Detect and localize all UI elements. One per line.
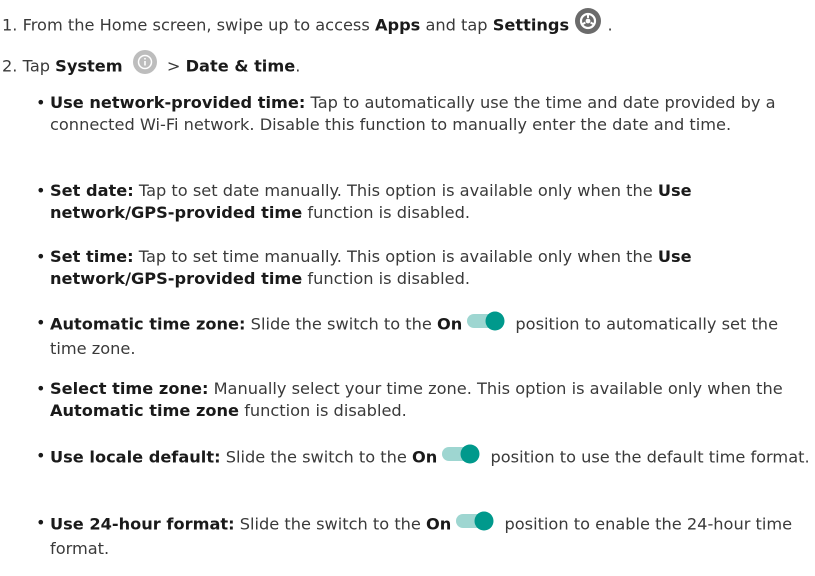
bullet-text: function is disabled. xyxy=(302,269,470,288)
bullet-dot: • xyxy=(36,247,46,266)
bullet-text: function is disabled. xyxy=(302,203,470,222)
instruction-page: 1. From the Home screen, swipe up to acc… xyxy=(0,0,815,576)
list-item: • Use locale default: Slide the switch t… xyxy=(36,444,811,471)
step-text: Tap xyxy=(22,56,56,76)
date-time-label: Date & time xyxy=(185,56,296,76)
list-item: • Set date: Tap to set date manually. Th… xyxy=(36,180,811,224)
bullet-dot: • xyxy=(36,93,46,112)
list-item: • Use 24-hour format: Slide the switch t… xyxy=(36,511,811,560)
on-label: On xyxy=(436,314,463,334)
step-text: and tap xyxy=(420,15,493,35)
bullet-term: Use network-provided time: xyxy=(50,93,306,112)
bullet-dot: • xyxy=(36,313,46,332)
step-text: > xyxy=(161,56,186,76)
step-text: . xyxy=(602,15,613,35)
bullet-dot: • xyxy=(36,446,46,465)
bullet-text: Tap to set time manually. This option is… xyxy=(138,247,658,266)
toggle-on-icon xyxy=(466,311,506,337)
bullet-text: function is disabled. xyxy=(239,401,407,420)
toggle-on-icon xyxy=(455,511,495,537)
on-label: On xyxy=(426,514,452,534)
system-label: System xyxy=(55,56,123,76)
bullet-term: Set time: xyxy=(50,247,134,266)
bullet-term: Select time zone: xyxy=(50,379,209,398)
info-icon xyxy=(132,49,158,81)
bullet-term: Set date: xyxy=(50,181,134,200)
bullet-text: Manually select your time zone. This opt… xyxy=(213,379,783,398)
settings-gear-icon xyxy=(574,7,602,41)
step-text: From the Home screen, swipe up to access xyxy=(22,15,375,35)
settings-label: Settings xyxy=(492,15,570,35)
bullet-dot: • xyxy=(36,379,46,398)
bullet-dot: • xyxy=(36,181,46,200)
step-1: 1. From the Home screen, swipe up to acc… xyxy=(2,7,613,43)
toggle-on-icon xyxy=(441,444,481,470)
apps-label: Apps xyxy=(374,15,421,35)
bullet-term: Use 24-hour format: xyxy=(50,514,235,534)
step-number: 2. xyxy=(2,56,18,76)
bullet-text: position to use the default time format. xyxy=(485,447,810,467)
bullet-text: Tap to set date manually. This option is… xyxy=(138,181,658,200)
bullet-emphasis: Automatic time zone xyxy=(50,401,240,420)
step-number: 1. xyxy=(2,15,18,35)
bullet-term: Automatic time zone: xyxy=(50,314,246,334)
list-item: • Select time zone: Manually select your… xyxy=(36,378,811,422)
bullet-dot: • xyxy=(36,513,46,532)
bullet-term: Use locale default: xyxy=(50,447,221,467)
bullet-text: Slide the switch to the xyxy=(250,314,437,334)
on-label: On xyxy=(412,447,438,467)
list-item: • Set time: Tap to set time manually. Th… xyxy=(36,246,811,290)
bullet-text: Slide the switch to the xyxy=(225,447,413,467)
bullet-text: Slide the switch to the xyxy=(239,514,427,534)
list-item: • Use network-provided time: Tap to auto… xyxy=(36,92,811,136)
list-item: • Automatic time zone: Slide the switch … xyxy=(36,311,811,360)
step-text: . xyxy=(295,56,301,76)
step-2: 2. Tap System > Date & time. xyxy=(2,49,301,83)
